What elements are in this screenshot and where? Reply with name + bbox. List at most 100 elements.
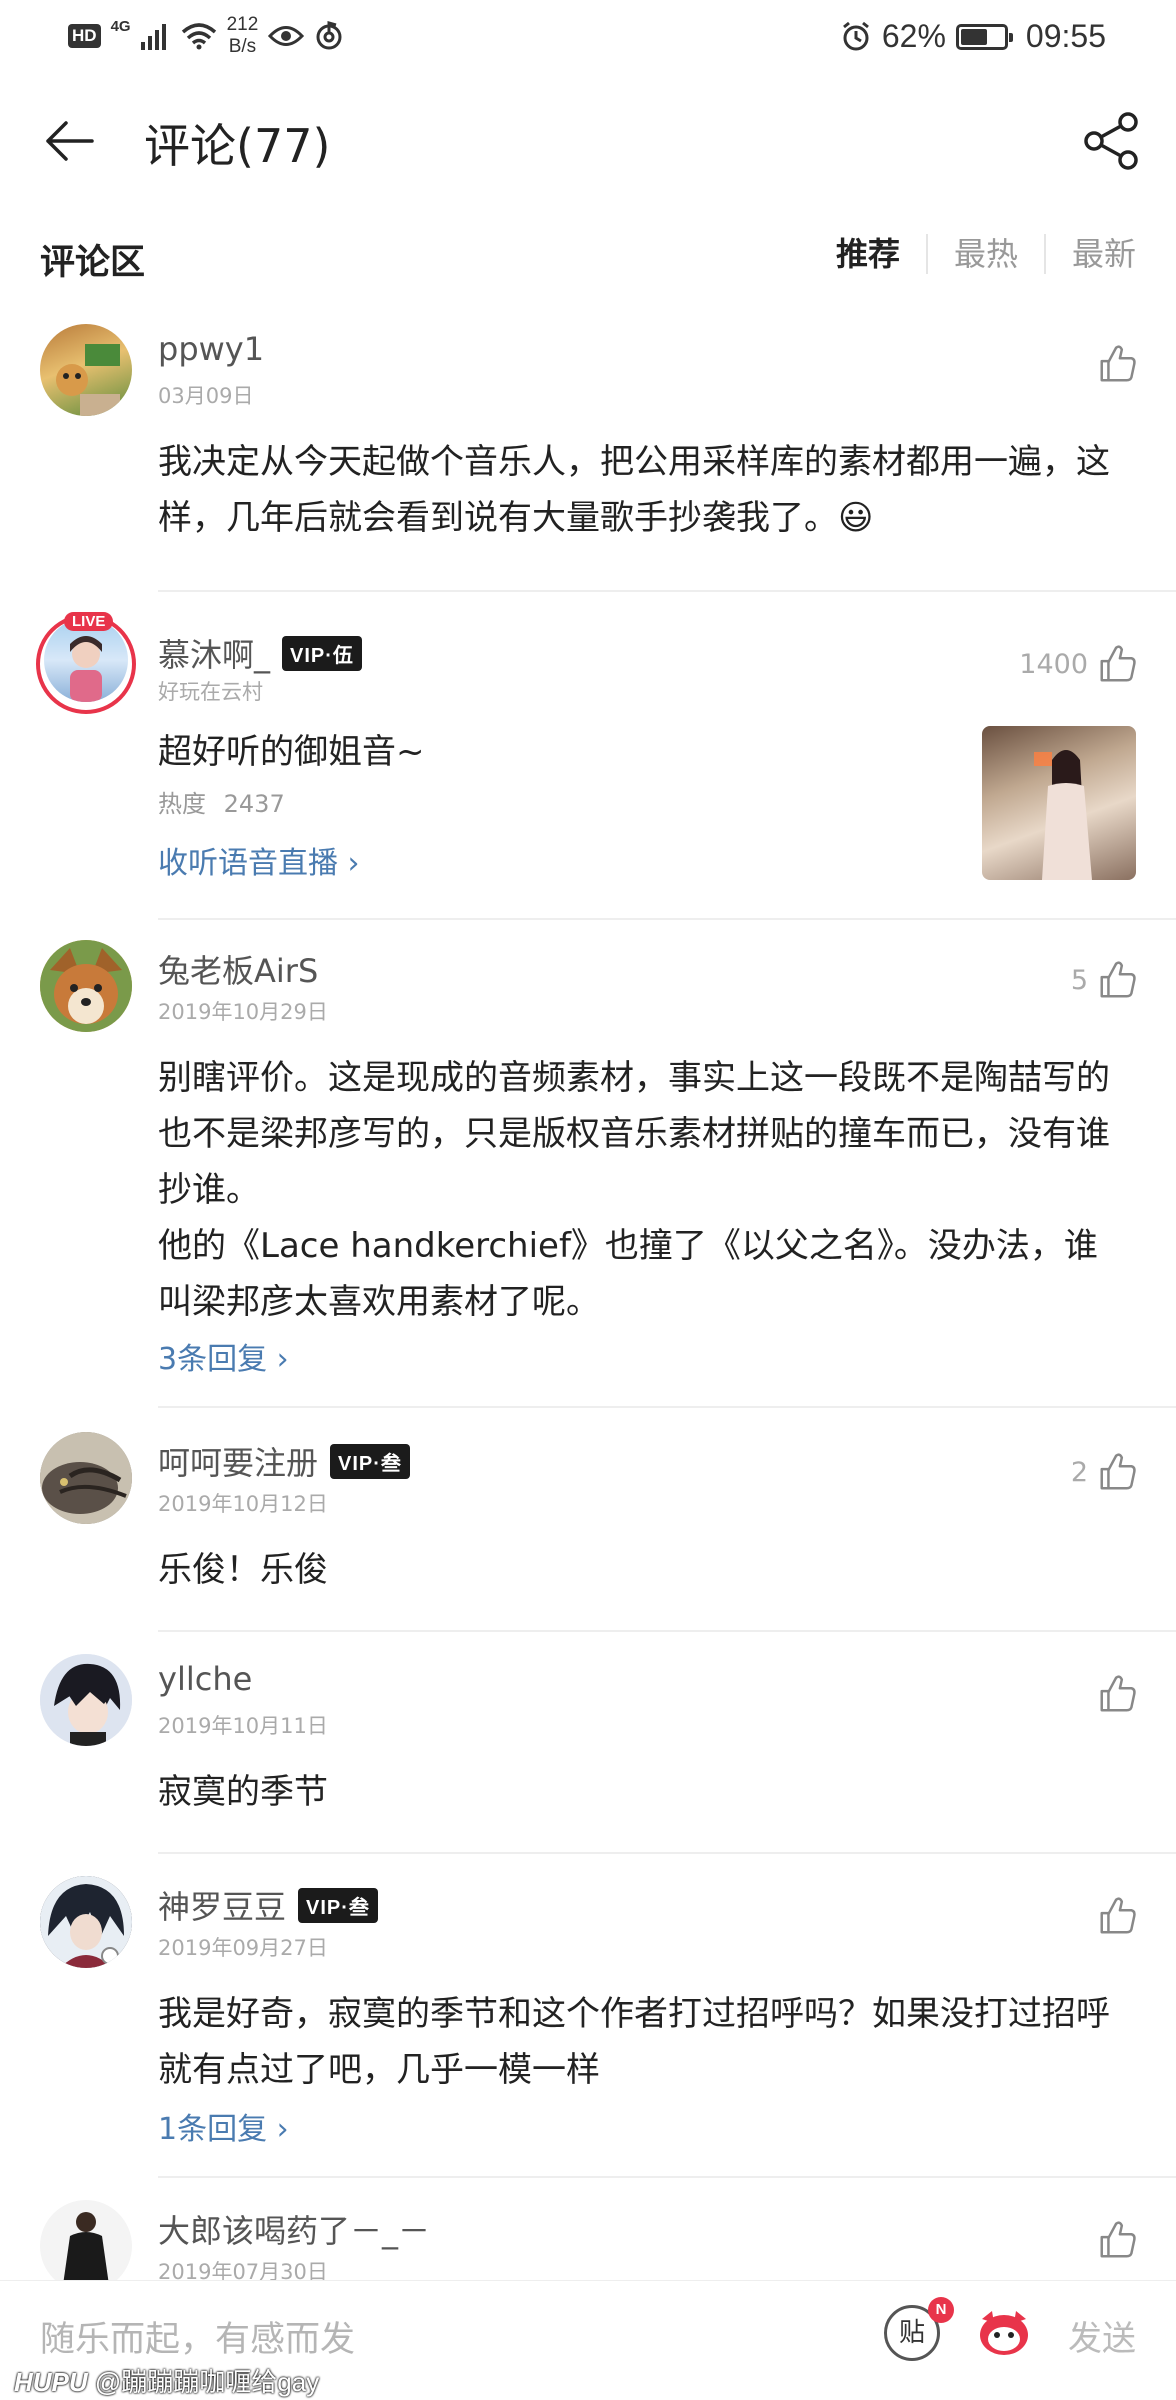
avatar[interactable] <box>40 2200 132 2292</box>
user-subtitle: 好玩在云村 <box>158 680 263 704</box>
comment-text: 别瞎评价。这是现成的音频素材，事实上这一段既不是陶喆写的也不是梁邦彦写的，只是版… <box>158 1050 1118 1330</box>
divider <box>158 1406 1176 1408</box>
speed-value: 212 <box>226 14 259 35</box>
like-count: 1400 <box>1019 648 1088 680</box>
divider <box>158 2176 1176 2178</box>
thumbs-up-icon <box>1100 961 1136 998</box>
alarm-icon <box>842 21 869 50</box>
like-button[interactable] <box>1088 2218 1140 2262</box>
like-button[interactable] <box>1088 1672 1140 1716</box>
divider <box>158 1852 1176 1854</box>
username[interactable]: ppwy1 <box>158 330 264 368</box>
heat-value: 2437 <box>223 790 285 818</box>
avatar-illustration <box>40 1432 132 1524</box>
username-row: ppwy1 <box>158 330 264 368</box>
avatar[interactable] <box>40 940 132 1032</box>
vip-badge: VIP·叁 <box>330 1443 410 1479</box>
wifi-icon <box>181 23 216 50</box>
avatar-illustration <box>40 940 132 1032</box>
thumbs-up-icon <box>1100 1897 1136 1934</box>
thumbs-up-icon <box>1100 1675 1136 1712</box>
sort-tab-recommended[interactable]: 推荐 <box>810 234 926 274</box>
avatar[interactable] <box>40 1876 132 1968</box>
status-right: 62% 09:55 <box>840 18 1106 55</box>
like-button[interactable]: 1400 <box>1019 642 1140 686</box>
share-icon[interactable] <box>1076 106 1146 176</box>
like-count: 5 <box>1070 964 1088 996</box>
thumbs-up-icon <box>1100 345 1136 382</box>
eye-icon <box>268 26 305 46</box>
sort-tab-newest[interactable]: 最新 <box>1043 234 1136 274</box>
status-bar: HD 4G 212 B/s 62% 09:55 <box>0 0 1176 72</box>
avatar[interactable] <box>40 1654 132 1746</box>
comment-text: 超好听的御姐音~ <box>158 732 425 772</box>
emoji-icon[interactable] <box>974 2307 1034 2359</box>
replies-link[interactable]: 1条回复 › <box>158 2104 289 2148</box>
sort-tab-hottest[interactable]: 最热 <box>925 234 1044 274</box>
comment-paragraph: 别瞎评价。这是现成的音频素材，事实上这一段既不是陶喆写的也不是梁邦彦写的，只是版… <box>158 1058 1110 1210</box>
like-button[interactable] <box>1088 342 1140 386</box>
comment-input[interactable]: 随乐而起，有感而发 <box>40 2311 355 2362</box>
username[interactable]: 慕沐啊_ <box>158 630 270 676</box>
comment-date: 2019年10月12日 <box>158 1492 328 1516</box>
username[interactable]: 大郎该喝药了－_－ <box>158 2206 430 2252</box>
comment-paragraph: 他的《Lace handkerchief》也撞了《以父之名》。没办法，谁叫梁邦彦… <box>158 1226 1098 1322</box>
avatar-illustration <box>40 1876 132 1968</box>
heat-label: 热度 <box>158 790 206 818</box>
status-left: HD 4G 212 B/s <box>68 14 344 58</box>
watermark-handle: @蹦蹦蹦咖喱给gay <box>94 2367 320 2397</box>
network-speed: 212 B/s <box>227 14 259 58</box>
like-button[interactable]: 5 <box>1071 958 1140 1002</box>
battery-fill <box>960 28 987 45</box>
avatar-illustration <box>40 1654 132 1746</box>
divider <box>158 590 1176 592</box>
page-title: 评论(77) <box>144 119 331 173</box>
listen-live-link[interactable]: 收听语音直播 › <box>158 838 360 882</box>
comment-date: 2019年10月29日 <box>158 1000 328 1024</box>
clock: 09:55 <box>1025 18 1106 54</box>
thumbnail-figure <box>1034 750 1092 880</box>
avatar-illustration <box>56 344 120 416</box>
username[interactable]: 神罗豆豆 <box>158 1882 286 1928</box>
watermark-brand: HUPU <box>14 2367 88 2397</box>
live-thumbnail[interactable] <box>982 726 1136 880</box>
divider <box>158 918 1176 920</box>
thumbs-up-icon <box>1100 645 1136 682</box>
avatar-illustration <box>40 2200 132 2292</box>
comment-section-header: 评论区 推荐 最热 最新 <box>0 224 1176 292</box>
heat-indicator: 热度 2437 <box>158 784 285 819</box>
replies-link[interactable]: 3条回复 › <box>158 1334 289 1378</box>
like-button[interactable] <box>1088 1894 1140 1938</box>
top-nav: 评论(77) <box>0 96 1176 186</box>
thumbs-up-icon <box>1100 1453 1136 1490</box>
thumbs-up-icon <box>1100 2221 1136 2258</box>
live-badge: LIVE <box>64 612 114 631</box>
avatar[interactable] <box>40 1432 132 1524</box>
username[interactable]: 兔老板AirS <box>158 946 318 992</box>
comment-text: 我是好奇，寂寞的季节和这个作者打过招呼吗？如果没打过招呼就有点过了吧，几乎一模一… <box>158 1994 1110 2090</box>
comment-date: 2019年09月27日 <box>158 1936 328 1960</box>
signal-icon <box>140 24 166 50</box>
music-app-icon <box>316 21 342 50</box>
avatar[interactable] <box>40 324 132 416</box>
like-button[interactable]: 2 <box>1071 1450 1140 1494</box>
watermark: HUPU @蹦蹦蹦咖喱给gay <box>14 2362 319 2399</box>
comment-text: 乐俊！乐俊 <box>158 1550 328 1590</box>
username-row: yllche <box>158 1660 252 1698</box>
section-title: 评论区 <box>40 243 146 283</box>
hd-indicator: HD <box>68 24 101 48</box>
network-indicator: 4G <box>110 17 131 35</box>
vip-badge: VIP·伍 <box>282 635 362 671</box>
username[interactable]: yllche <box>158 1660 252 1698</box>
comment-text: 寂寞的季节 <box>158 1772 328 1812</box>
comment-text: 我决定从今天起做个音乐人，把公用采样库的素材都用一遍，这样，几年后就会看到说有大… <box>158 442 1110 538</box>
sort-tabs: 推荐 最热 最新 <box>810 234 1136 274</box>
vip-badge: VIP·叁 <box>298 1887 378 1923</box>
like-count: 2 <box>1070 1456 1088 1488</box>
send-button[interactable]: 发送 <box>1068 2311 1136 2360</box>
username-row: 慕沐啊_ VIP·伍 <box>158 630 362 676</box>
divider <box>158 1630 1176 1632</box>
arrow-left-icon[interactable] <box>40 111 100 171</box>
username-row: 呵呵要注册 VIP·叁 <box>158 1438 410 1484</box>
username[interactable]: 呵呵要注册 <box>158 1438 318 1484</box>
